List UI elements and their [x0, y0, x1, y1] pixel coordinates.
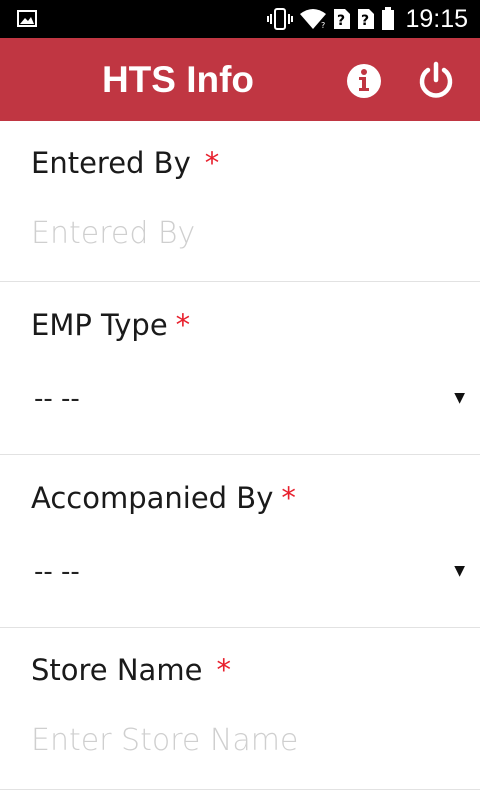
status-bar: ? ? ? 19:15	[0, 0, 480, 38]
required-star: *	[175, 308, 191, 342]
store-name-label-text: Store Name	[31, 653, 203, 687]
entered-by-label-text: Entered By	[31, 146, 191, 180]
store-name-row: Store Name *	[0, 628, 480, 790]
dropdown-arrow-icon: ▼	[454, 563, 465, 579]
emp-type-label-text: EMP Type	[31, 308, 168, 342]
status-icons: ? ? ? 19:15	[267, 0, 468, 38]
required-star: *	[216, 653, 231, 687]
vibrate-icon	[267, 8, 294, 30]
svg-text:?: ?	[321, 21, 325, 30]
accompanied-by-label-text: Accompanied By	[31, 481, 274, 515]
entered-by-row: Entered By *	[0, 121, 480, 282]
svg-text:?: ?	[361, 13, 369, 29]
svg-text:?: ?	[337, 13, 345, 29]
required-star: *	[281, 481, 296, 515]
required-star: *	[204, 146, 220, 180]
wifi-icon: ?	[300, 9, 327, 30]
accompanied-by-selected-value: -- --	[34, 557, 80, 587]
no-sim-icon: ?	[358, 9, 375, 29]
page-title: HTS Info	[101, 59, 255, 100]
accompanied-by-row: Accompanied By * -- -- ▼	[0, 455, 480, 628]
dropdown-arrow-icon: ▼	[454, 390, 465, 406]
emp-type-row: EMP Type * -- -- ▼	[0, 282, 480, 455]
store-name-label: Store Name *	[31, 653, 231, 687]
store-name-input[interactable]	[31, 718, 461, 762]
emp-type-label: EMP Type *	[31, 308, 190, 342]
emp-type-selected-value: -- --	[34, 384, 80, 414]
entered-by-label: Entered By *	[31, 146, 219, 180]
app-bar: HTS Info	[0, 38, 480, 121]
accompanied-by-label: Accompanied By *	[31, 481, 296, 515]
battery-icon	[382, 7, 395, 30]
entered-by-input[interactable]	[31, 211, 461, 255]
accompanied-by-select[interactable]: -- -- ▼	[31, 555, 471, 595]
emp-type-select[interactable]: -- -- ▼	[31, 382, 471, 422]
power-icon[interactable]	[416, 60, 456, 100]
no-sim-icon: ?	[334, 9, 351, 29]
gallery-icon	[17, 10, 37, 27]
info-icon[interactable]	[345, 62, 383, 100]
clock: 19:15	[405, 4, 468, 33]
